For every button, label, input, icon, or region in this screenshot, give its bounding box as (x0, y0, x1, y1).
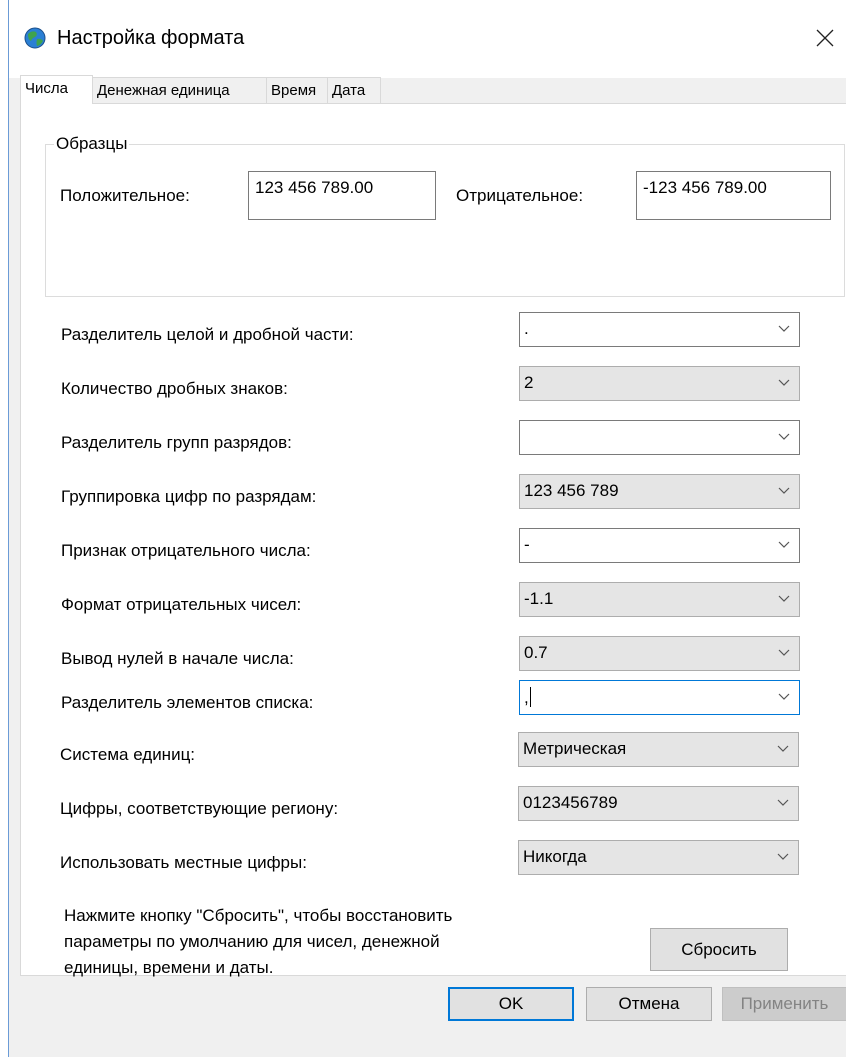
measurement-system-value: Метрическая (523, 739, 627, 758)
cancel-button[interactable]: Отмена (586, 987, 712, 1021)
window-title: Настройка формата (57, 27, 245, 49)
ok-button[interactable]: OK (448, 987, 574, 1021)
list-separator-combo[interactable]: , (519, 680, 800, 715)
chevron-down-icon[interactable] (778, 693, 790, 701)
digit-grouping-label: Группировка цифр по разрядам: (61, 487, 317, 506)
chevron-down-icon[interactable] (778, 595, 790, 603)
digit-grouping-value: 123 456 789 (524, 481, 619, 500)
format-settings-dialog: Настройка формата Числа Денежная единица… (8, 0, 846, 1057)
reset-hint-line-2: параметры по умолчанию для чисел, денежн… (64, 932, 440, 951)
tab-time[interactable]: Время (266, 77, 328, 103)
chevron-down-icon[interactable] (777, 853, 789, 861)
use-native-digits-label: Использовать местные цифры: (60, 853, 307, 872)
reset-button[interactable]: Сбросить (650, 928, 788, 971)
numbers-tab-panel: Образцы Положительное: 123 456 789.00 От… (20, 103, 846, 748)
negative-format-value: -1.1 (524, 589, 554, 608)
samples-group: Образцы Положительное: 123 456 789.00 От… (45, 134, 845, 297)
reset-hint: Нажмите кнопку "Сбросить", чтобы восстан… (64, 903, 564, 981)
native-digits-label: Цифры, соответствующие региону: (60, 799, 339, 818)
apply-button[interactable]: Применить (722, 987, 846, 1021)
digit-group-separator-label: Разделитель групп разрядов: (61, 433, 292, 452)
close-icon[interactable] (816, 29, 834, 47)
tab-numbers[interactable]: Числа (20, 75, 93, 104)
tab-currency[interactable]: Денежная единица (92, 77, 267, 103)
chevron-down-icon[interactable] (778, 379, 790, 387)
negative-sample-value: -123 456 789.00 (636, 171, 831, 220)
text-caret (529, 687, 531, 707)
samples-legend: Образцы (54, 134, 130, 154)
chevron-down-icon[interactable] (778, 487, 790, 495)
measurement-system-label: Система единиц: (60, 745, 196, 764)
use-native-digits-value: Никогда (523, 847, 587, 866)
negative-sign-combo[interactable]: - (519, 528, 800, 563)
positive-sample-value: 123 456 789.00 (248, 171, 436, 220)
use-native-digits-combo[interactable]: Никогда (518, 840, 799, 875)
decimal-separator-value: . (524, 319, 529, 338)
negative-sign-value: - (524, 535, 530, 554)
chevron-down-icon[interactable] (778, 325, 790, 333)
list-separator-value: , (524, 688, 529, 707)
chevron-down-icon[interactable] (778, 649, 790, 657)
close-button[interactable] (805, 18, 845, 58)
chevron-down-icon[interactable] (778, 541, 790, 549)
chevron-down-icon[interactable] (778, 433, 790, 441)
leading-zeros-value: 0.7 (524, 643, 548, 662)
decimal-digits-label: Количество дробных знаков: (61, 379, 288, 398)
digit-grouping-combo[interactable]: 123 456 789 (519, 474, 800, 509)
measurement-system-combo[interactable]: Метрическая (518, 732, 799, 767)
reset-hint-line-3: единицы, времени и даты. (64, 958, 274, 977)
chevron-down-icon[interactable] (777, 745, 789, 753)
decimal-digits-value: 2 (524, 373, 534, 392)
tab-date[interactable]: Дата (327, 77, 381, 103)
negative-sample-label: Отрицательное: (456, 186, 584, 205)
native-digits-combo[interactable]: 0123456789 (518, 786, 799, 821)
chevron-down-icon[interactable] (777, 799, 789, 807)
native-digits-value: 0123456789 (523, 793, 618, 812)
globe-icon (23, 26, 47, 50)
reset-hint-line-1: Нажмите кнопку "Сбросить", чтобы восстан… (64, 906, 453, 925)
negative-format-label: Формат отрицательных чисел: (61, 595, 302, 614)
digit-group-separator-combo[interactable] (519, 420, 800, 455)
decimal-separator-label: Разделитель целой и дробной части: (61, 325, 354, 344)
leading-zeros-label: Вывод нулей в начале числа: (61, 649, 294, 668)
negative-sign-label: Признак отрицательного числа: (61, 541, 311, 560)
list-separator-label: Разделитель элементов списка: (61, 693, 314, 712)
decimal-separator-combo[interactable]: . (519, 312, 800, 347)
title-bar: Настройка формата (9, 0, 846, 78)
positive-sample-label: Положительное: (60, 186, 190, 205)
negative-format-combo[interactable]: -1.1 (519, 582, 800, 617)
leading-zeros-combo[interactable]: 0.7 (519, 636, 800, 671)
decimal-digits-combo[interactable]: 2 (519, 366, 800, 401)
